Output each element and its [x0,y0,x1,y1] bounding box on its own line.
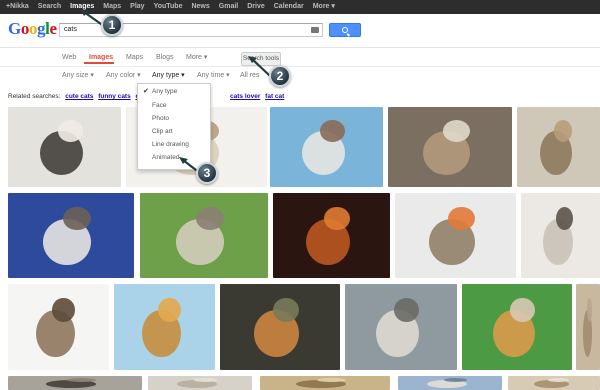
annotation-badge-2: 2 [269,65,291,87]
annotation-arrows [80,9,271,172]
annotation-badge-1: 1 [101,14,123,36]
annotation-badge-3: 3 [196,162,218,184]
google-images-page: +Nikka Search Images Maps Play YouTube N… [0,0,600,390]
